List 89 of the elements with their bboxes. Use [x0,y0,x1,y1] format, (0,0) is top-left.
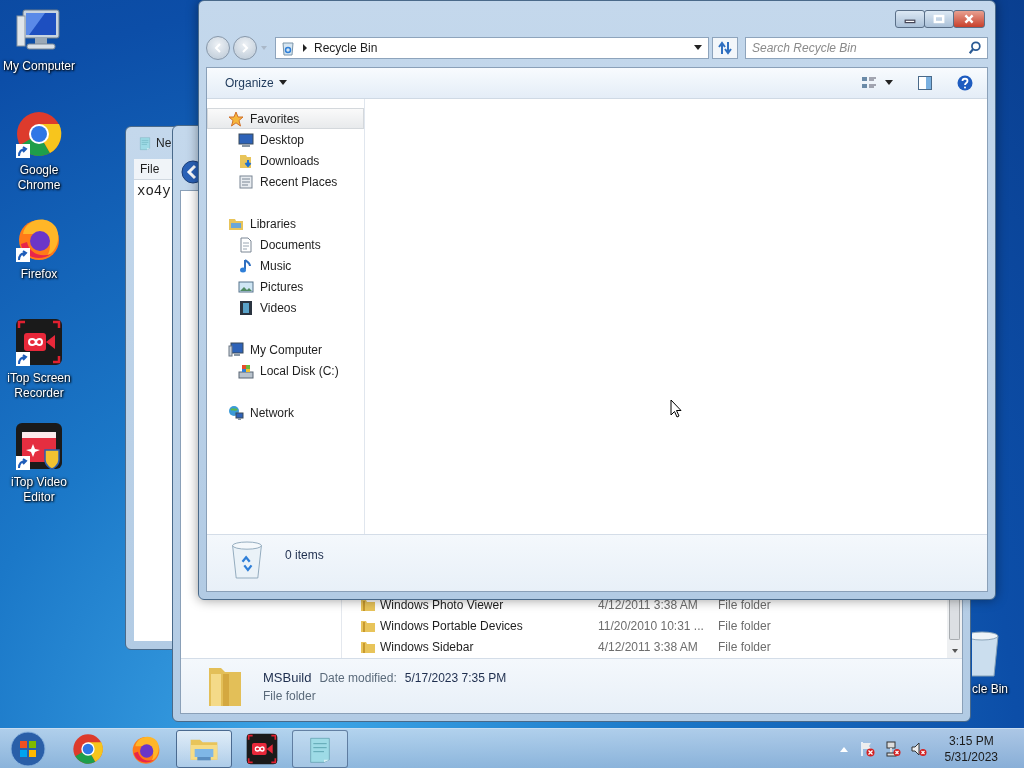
film-icon [238,299,254,316]
flag-error-icon[interactable] [858,740,875,757]
shortcut-arrow-icon [16,352,30,366]
item-count: 0 items [285,548,324,562]
start-button[interactable] [8,729,48,768]
address-path[interactable]: Recycle Bin [314,41,688,55]
pane-icon [917,75,933,91]
shortcut-arrow-icon [16,248,30,262]
navigation-item[interactable]: Pictures [207,276,364,297]
caret-icon [278,80,287,86]
recycle-bin-icon [972,630,1002,678]
desktop-shortcut[interactable]: cle Bin [972,630,1009,697]
dropdown-arrow-icon[interactable] [694,45,702,51]
desktop-shortcut[interactable]: Google Chrome [0,110,78,214]
picture-icon [238,278,254,295]
navigation-item[interactable]: Music [207,255,364,276]
help-icon [957,75,973,91]
file-name[interactable]: Windows Photo Viewer [380,597,504,612]
mouse-cursor-icon [670,399,682,419]
navigation-item[interactable]: Favorites [207,108,364,129]
restore-icon [933,14,945,24]
file-menu[interactable]: File [134,162,166,176]
file-name[interactable]: Windows Portable Devices [380,618,523,633]
video-camera-icon [246,732,278,765]
scroll-down-icon[interactable] [950,648,959,654]
video-editor-icon [15,422,63,470]
recycle-bin-icon [280,40,296,56]
navigation-item[interactable]: Recent Places [207,171,364,192]
item-type: File folder [263,688,317,703]
navigation-item[interactable]: Videos [207,297,364,318]
refresh-icon [717,40,733,56]
navigation-item[interactable]: My Computer [207,339,364,360]
search-icon [968,41,982,55]
desktop-shortcut[interactable]: Firefox [0,214,78,318]
clock-time[interactable]: 3:15 PM [948,732,994,749]
search-field[interactable]: Search Recycle Bin [745,37,988,59]
caret-icon [885,80,893,86]
breadcrumb-arrow-icon[interactable] [302,44,308,52]
network-icon [228,404,244,421]
back-button[interactable] [206,36,230,60]
recent-places-icon [238,173,254,190]
desktop-shortcut[interactable]: iTop Screen Recorder [0,318,78,422]
window-title: Ne [156,136,172,150]
video-camera-icon [15,318,63,366]
music-note-icon [238,257,254,274]
document-icon [238,236,254,253]
date-modified: 4/12/2011 3:38 AM [598,639,699,654]
star-icon [228,110,244,127]
item-name: MSBuild [263,669,312,685]
monitor-icon [238,131,254,148]
network-error-icon[interactable] [884,740,901,757]
navigation-item[interactable]: Desktop [207,129,364,150]
file-type: File folder [718,639,771,654]
speaker-muted-icon[interactable] [910,740,927,757]
file-type: File folder [718,618,771,633]
chrome-icon [72,732,104,765]
organize-menu-button[interactable]: Organize [225,76,287,90]
navigation-item[interactable]: Local Disk (C:) [207,360,364,381]
clock-date[interactable]: 5/31/2023 [944,748,998,765]
minimize-button[interactable] [895,10,925,28]
field-label: Date modified: [319,670,397,685]
file-type: File folder [718,597,771,612]
details-view-icon [861,75,877,91]
navigation-item[interactable]: Downloads [207,150,364,171]
address-bar[interactable]: Recycle Bin [275,37,709,59]
restore-button[interactable] [924,10,954,28]
date-modified: 5/17/2023 7:35 PM [404,670,507,685]
close-icon [963,14,975,24]
chrome-icon [15,110,63,158]
notepad-icon [137,135,153,151]
refresh-button[interactable] [712,37,738,59]
navigation-item[interactable]: Libraries [207,213,364,234]
computer-icon [228,341,244,358]
navigation-item[interactable]: Documents [207,234,364,255]
recycle-bin-icon [229,539,265,581]
windows-logo-icon [10,730,46,767]
date-modified: 11/20/2010 10:31 ... [598,618,705,633]
date-modified: 4/12/2011 3:38 AM [598,597,699,612]
shortcut-arrow-icon [16,456,30,470]
navigation-item[interactable]: Network [207,402,364,423]
desktop-shortcut[interactable]: My Computer [0,6,78,110]
desktop-shortcut[interactable]: iTop Video Editor [0,422,78,526]
document-text: xo4y [137,183,171,199]
disk-drive-icon [238,362,254,379]
forward-button[interactable] [233,36,257,60]
shortcut-arrow-icon [16,144,30,158]
close-button[interactable] [953,10,985,28]
download-folder-icon [238,152,254,169]
file-name[interactable]: Windows Sidebar [380,639,474,654]
